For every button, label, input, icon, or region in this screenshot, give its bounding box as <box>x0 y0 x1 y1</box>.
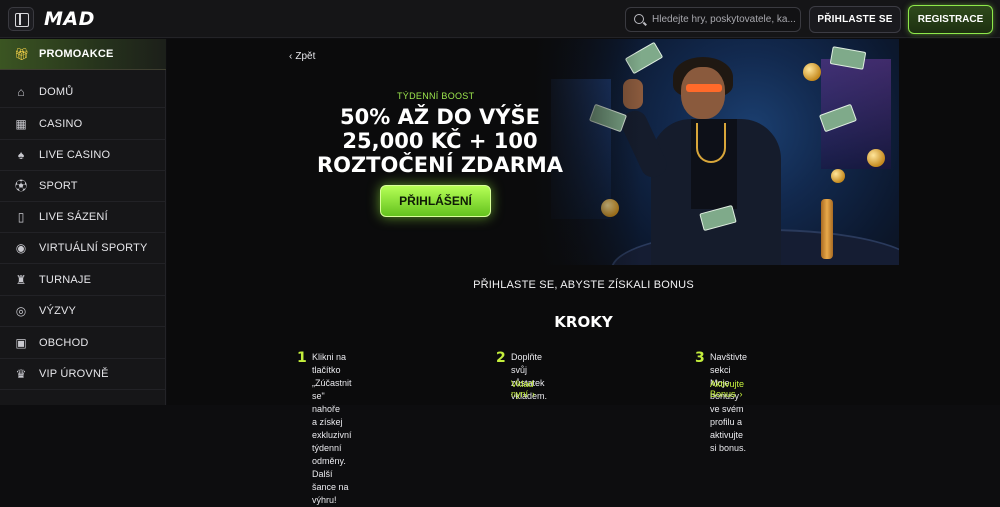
sidebar-item-live-sazeni[interactable]: ▯ LIVE SÁZENÍ <box>0 202 166 233</box>
sidebar-item-turnaje[interactable]: ♜ TURNAJE <box>0 265 166 296</box>
sidebar-item-obchod[interactable]: ▣ OBCHOD <box>0 328 166 359</box>
promo-login-button[interactable]: PŘIHLÁŠENÍ <box>380 185 491 217</box>
sidebar: 🎁︎ PROMOAKCE ⌂ DOMŮ ▦ CASINO ♠ LIVE CASI… <box>0 39 166 405</box>
deposit-now-link[interactable]: Vklad nyní › <box>511 379 535 399</box>
sidebar-toggle-icon[interactable] <box>8 7 34 31</box>
chevron-left-icon: ‹ <box>289 51 293 62</box>
sidebar-item-label: SPORT <box>39 180 78 192</box>
trophy-icon: ♜ <box>15 273 27 287</box>
soccer-ball-icon: ⚽︎ <box>14 179 27 193</box>
crown-icon: ♛ <box>15 367 27 381</box>
sidebar-item-casino[interactable]: ▦ CASINO <box>0 109 166 140</box>
sidebar-item-label: VIP ÚROVNĚ <box>39 368 109 380</box>
shopping-bag-icon: ▣ <box>15 336 27 350</box>
sidebar-item-virtualni-sporty[interactable]: ◉ VIRTUÁLNÍ SPORTY <box>0 233 166 264</box>
phone-icon: ▯ <box>17 210 25 224</box>
home-icon: ⌂ <box>17 85 25 99</box>
sidebar-item-label: TURNAJE <box>39 274 92 286</box>
sidebar-item-label: VÝZVY <box>39 305 77 317</box>
step-number: 2 <box>496 350 506 366</box>
sidebar-item-label: CASINO <box>39 118 83 130</box>
search-input[interactable] <box>652 8 798 31</box>
main-content: ‹ Zpět TÝDENNÍ BOOST 50% AŽ DO VÝŠE 25,00… <box>167 39 1000 505</box>
sidebar-item-label: PROMOAKCE <box>39 48 114 60</box>
sidebar-item-vip-urovne[interactable]: ♛ VIP ÚROVNĚ <box>0 359 166 390</box>
sidebar-item-promoakce[interactable]: 🎁︎ PROMOAKCE <box>0 39 166 70</box>
sidebar-item-label: LIVE SÁZENÍ <box>39 211 108 223</box>
sidebar-item-sport[interactable]: ⚽︎ SPORT <box>0 171 166 202</box>
logo[interactable]: MAD <box>44 8 95 30</box>
sidebar-item-label: DOMŮ <box>39 86 74 98</box>
chevron-right-icon: › <box>739 389 743 399</box>
search-icon <box>634 14 644 24</box>
sidebar-item-label: VIRTUÁLNÍ SPORTY <box>39 242 148 254</box>
medal-icon: ◎ <box>15 304 27 318</box>
step-link-label: Vklad nyní <box>511 379 534 399</box>
promo-kicker: TÝDENNÍ BOOST <box>397 91 475 101</box>
hero-fade-overlay <box>531 39 899 265</box>
chevron-right-icon: › <box>532 389 536 399</box>
promo-hero-image <box>531 39 899 265</box>
step-number: 3 <box>695 350 705 366</box>
register-button[interactable]: REGISTRACE <box>908 5 993 34</box>
sidebar-item-live-casino[interactable]: ♠ LIVE CASINO <box>0 140 166 171</box>
sidebar-item-label: OBCHOD <box>39 337 89 349</box>
activate-bonus-link[interactable]: Aktivujte Bonus › <box>710 379 744 399</box>
back-label: Zpět <box>295 51 316 62</box>
search-box[interactable] <box>625 7 801 32</box>
gamepad-icon: ◉ <box>15 241 27 255</box>
bonus-subheading: PŘIHLASTE SE, ABYSTE ZÍSKALI BONUS <box>473 279 694 291</box>
promo-title: 50% AŽ DO VÝŠE 25,000 KČ + 100 ROZTOČENÍ… <box>316 105 564 177</box>
login-button[interactable]: PŘIHLASTE SE <box>809 6 901 33</box>
sidebar-item-vyzvy[interactable]: ◎ VÝZVY <box>0 296 166 327</box>
step-link-label: Aktivujte Bonus <box>710 379 745 399</box>
gift-icon: 🎁︎ <box>14 47 30 61</box>
steps-title: KROKY <box>554 313 613 331</box>
step-number: 1 <box>297 350 307 366</box>
sidebar-item-domu[interactable]: ⌂ DOMŮ <box>0 77 166 108</box>
top-header: MAD PŘIHLASTE SE REGISTRACE <box>0 0 1000 38</box>
step-text: Klikni na tlačítko „Zúčastnit se" nahoře… <box>312 352 352 505</box>
slot-machine-icon: ▦ <box>15 117 27 131</box>
step-text: Navštivte sekci Moje bonusy ve svém prof… <box>710 352 748 453</box>
sidebar-item-label: LIVE CASINO <box>39 149 111 161</box>
cards-icon: ♠ <box>17 148 25 162</box>
back-link[interactable]: ‹ Zpět <box>289 51 315 62</box>
